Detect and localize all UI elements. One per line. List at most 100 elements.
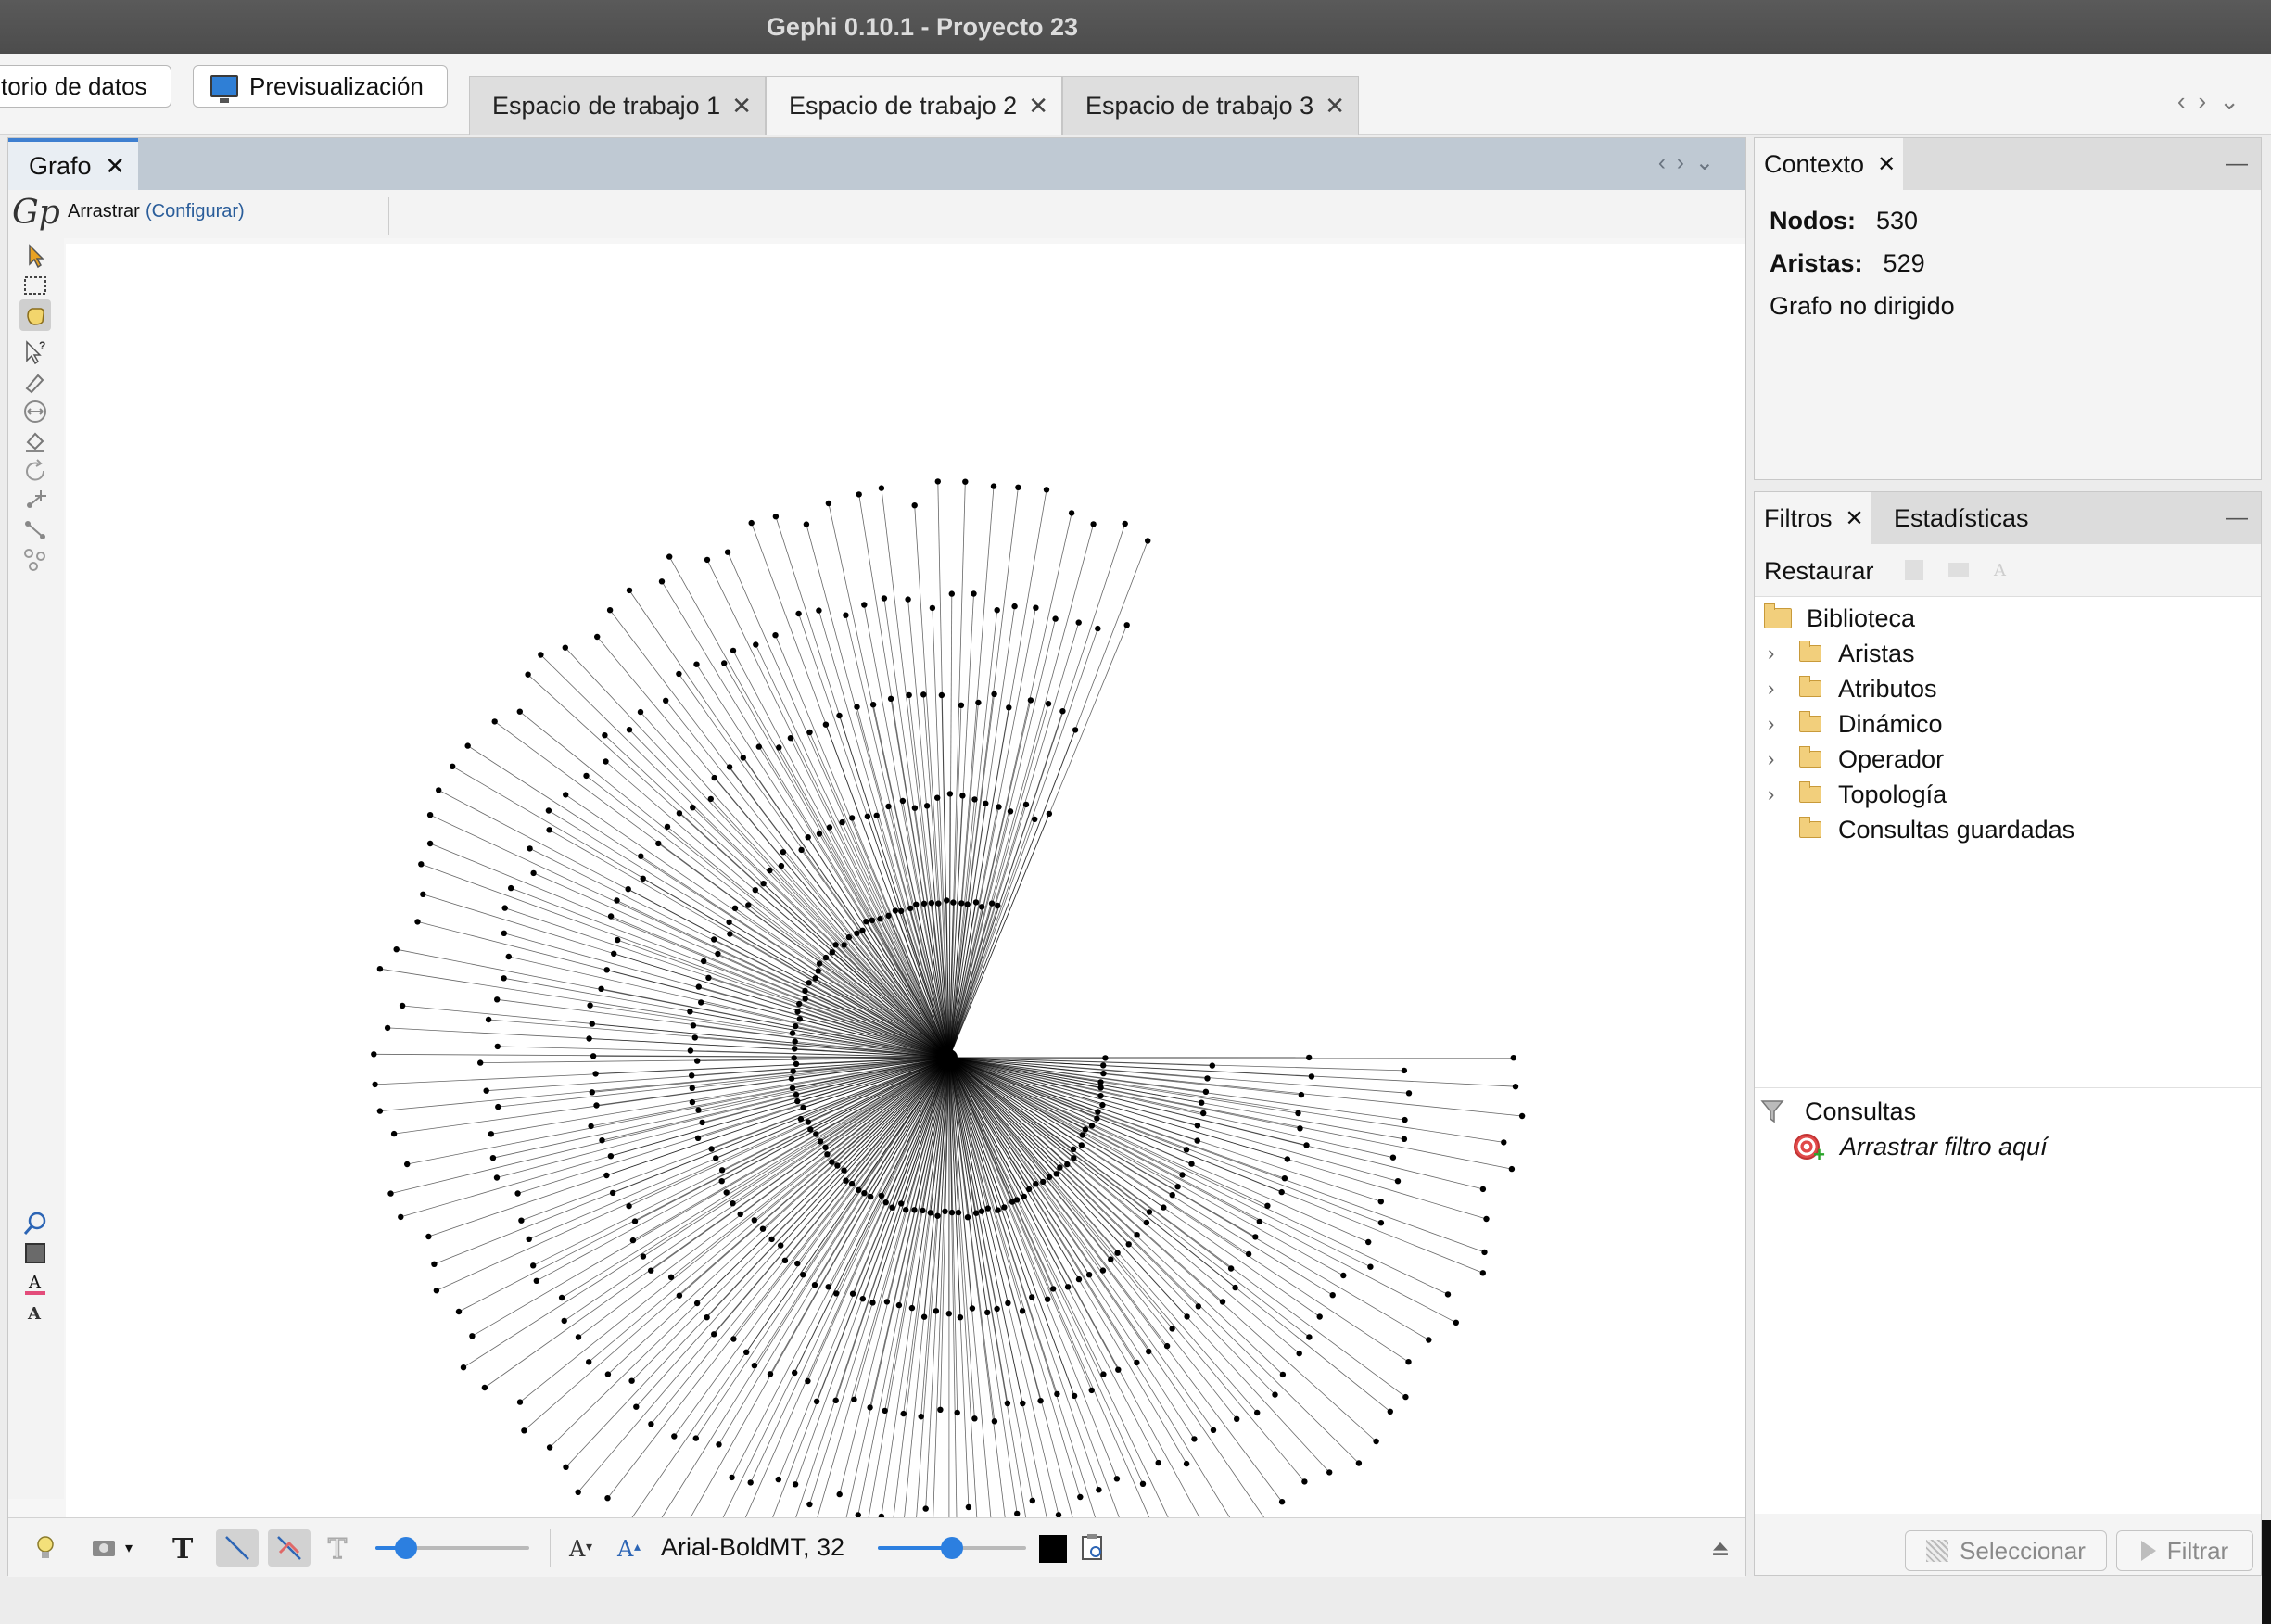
graph-node[interactable] [793,1091,800,1098]
graph-node[interactable] [1316,1313,1323,1320]
graph-node[interactable] [903,1207,909,1213]
graph-node[interactable] [1029,1294,1035,1300]
graph-node[interactable] [797,1115,805,1123]
graph-node[interactable] [1306,1054,1313,1061]
graph-node[interactable] [1037,1398,1044,1404]
edge-scale-slider[interactable] [375,1537,529,1559]
graph-node[interactable] [887,695,894,702]
graph-node[interactable] [1005,1300,1011,1307]
graph-node[interactable] [959,793,966,799]
graph-node[interactable] [1096,1487,1102,1493]
library-item-saved-queries[interactable]: Consultas guardadas [1755,812,2261,847]
graph-node[interactable] [1064,1161,1071,1168]
graph-node[interactable] [843,612,849,618]
graph-node[interactable] [743,1349,750,1356]
graph-node[interactable] [1479,1186,1487,1193]
graph-node[interactable] [689,1072,695,1079]
graph-node[interactable] [841,1167,847,1174]
graph-node[interactable] [760,881,767,887]
graph-node[interactable] [907,905,914,912]
graph-node[interactable] [1115,1366,1122,1373]
graph-node[interactable] [1134,1232,1140,1238]
decrease-font-button[interactable]: A ▾ [563,1529,600,1567]
graph-node[interactable] [778,862,785,869]
graph-node[interactable] [1298,1091,1305,1098]
graph-node[interactable] [628,1377,635,1384]
graph-node[interactable] [920,1207,926,1214]
graph-node[interactable] [1174,1184,1181,1190]
graph-node[interactable] [414,919,421,925]
show-labels-button[interactable]: T [164,1529,201,1567]
graph-node[interactable] [604,1495,611,1502]
graph-node[interactable] [1146,1209,1153,1215]
graph-node[interactable] [816,831,823,837]
graph-node[interactable] [1169,1192,1175,1199]
graph-node[interactable] [1070,1146,1077,1152]
graph-node[interactable] [425,1233,432,1240]
graph-node[interactable] [854,930,860,936]
graph-node[interactable] [384,1024,391,1032]
preview-button[interactable]: Previsualización [193,65,448,108]
close-icon[interactable]: ✕ [1846,505,1864,532]
graph-node[interactable] [371,1051,377,1058]
graph-node[interactable] [1114,1250,1121,1256]
graph-node[interactable] [1402,1116,1408,1123]
graph-node[interactable] [1195,1303,1202,1310]
graph-node[interactable] [957,1314,964,1321]
graph-node[interactable] [781,1257,789,1264]
graph-node[interactable] [1079,1132,1086,1138]
graph-node[interactable] [822,954,830,961]
graph-node[interactable] [861,1190,868,1197]
graph-node[interactable] [724,549,731,555]
graph-node[interactable] [1019,1308,1026,1314]
graph-node[interactable] [806,980,812,986]
graph-node[interactable] [516,708,523,715]
graph-node[interactable] [971,590,977,597]
graph-node[interactable] [527,845,533,852]
graph-node[interactable] [426,812,434,818]
graph-node[interactable] [398,1213,404,1221]
graph-node[interactable] [426,840,434,847]
graph-node[interactable] [994,1305,1000,1313]
graph-node[interactable] [995,902,1001,909]
graph-node[interactable] [772,514,780,520]
graph-node[interactable] [1169,1326,1175,1332]
graph-node[interactable] [1100,1070,1107,1077]
graph-node[interactable] [972,899,980,906]
graph-node[interactable] [1021,1193,1028,1200]
graph-node[interactable] [991,1418,998,1425]
library-item-attributes[interactable]: › Atributos [1755,671,2261,706]
graph-node[interactable] [946,791,954,797]
graph-node[interactable] [948,1209,956,1216]
zoom-tool[interactable] [19,1208,51,1239]
graph-node[interactable] [881,595,888,602]
graph-node[interactable] [671,1433,678,1440]
edge-color-button[interactable] [268,1529,311,1567]
graph-node[interactable] [869,1300,876,1306]
graph-node[interactable] [599,1137,605,1144]
graph-node[interactable] [849,815,856,821]
graph-node[interactable] [1072,727,1079,733]
graph-node[interactable] [834,1162,841,1169]
graph-node[interactable] [1479,1270,1487,1276]
graph-node[interactable] [948,590,955,597]
graph-node[interactable] [431,1261,438,1268]
minimize-icon[interactable]: — [2226,505,2248,531]
graph-node[interactable] [1095,1109,1101,1115]
graph-node[interactable] [518,1217,525,1224]
graph-node[interactable] [655,840,662,847]
graph-node[interactable] [711,774,717,781]
graph-node[interactable] [869,917,876,923]
settings-icon[interactable] [1946,557,1973,583]
graph-node[interactable] [593,1102,600,1109]
graph-node[interactable] [604,1371,612,1377]
graph-node[interactable] [1059,708,1066,715]
graph-node[interactable] [861,602,868,608]
graph-node[interactable] [984,1309,991,1316]
graph-node[interactable] [905,596,911,603]
graph-node[interactable] [711,936,717,943]
graph-node[interactable] [563,1464,569,1471]
chevron-right-icon[interactable]: › [1768,677,1774,701]
data-laboratory-button[interactable]: torio de datos [0,65,171,108]
graph-node[interactable] [751,1217,757,1224]
